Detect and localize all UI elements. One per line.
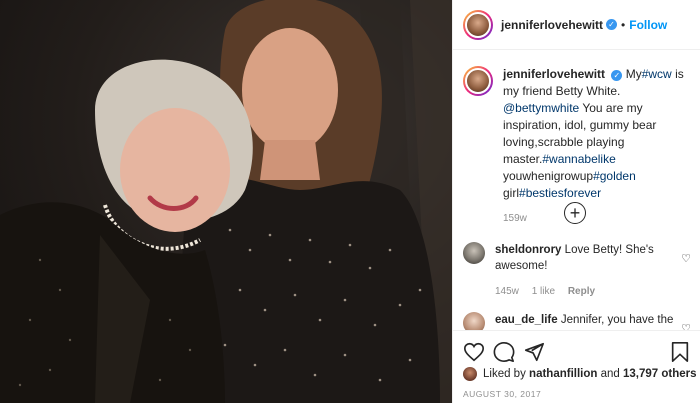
action-bar [463, 341, 691, 363]
author-avatar[interactable] [463, 9, 493, 40]
mention-link[interactable]: @bettymwhite [503, 101, 579, 115]
comment-meta: 145w 1 like Reply [495, 284, 675, 300]
comment-item: sheldonrory Love Betty! She's awesome! 1… [463, 242, 691, 300]
comment-item: eau_de_life Jennifer, you have the ♡ [463, 312, 691, 330]
comment-text: Jennifer, you have the [560, 314, 674, 326]
follow-button[interactable]: Follow [629, 18, 667, 32]
comment-like-heart-icon[interactable]: ♡ [681, 322, 691, 330]
caption-username[interactable]: jenniferlovehewitt [503, 67, 605, 81]
liked-by-and: and [600, 368, 620, 380]
liked-by-user[interactable]: nathanfillion [529, 368, 597, 380]
commenter-avatar[interactable] [463, 312, 485, 330]
comment-body: eau_de_life Jennifer, you have the [495, 312, 675, 330]
hashtag-link[interactable]: #wannabelike [542, 152, 615, 166]
comment-like-heart-icon[interactable]: ♡ [681, 252, 691, 265]
instagram-post: jenniferlovehewitt ✓ • Follow jenniferlo… [0, 0, 700, 403]
liked-by-prefix: Liked by [483, 368, 526, 380]
comment-reply-button[interactable]: Reply [568, 286, 595, 297]
post-header: jenniferlovehewitt ✓ • Follow [453, 0, 700, 50]
verified-badge-icon: ✓ [611, 70, 623, 81]
caption-body: jenniferlovehewitt ✓ My#wcw is my friend… [503, 66, 691, 227]
comment-body: sheldonrory Love Betty! She's awesome! 1… [495, 242, 675, 300]
commenter-avatar[interactable] [463, 242, 485, 264]
comment-like-count[interactable]: 1 like [532, 286, 555, 297]
caption-text: girl [503, 186, 520, 200]
comments-section[interactable]: jenniferlovehewitt ✓ My#wcw is my friend… [453, 60, 700, 330]
caption-text: My [625, 67, 642, 81]
hashtag-link[interactable]: #bestiesforever [519, 186, 601, 200]
liker-avatar[interactable] [463, 367, 477, 381]
post-side-panel: jenniferlovehewitt ✓ • Follow jenniferlo… [452, 0, 700, 403]
caption-avatar[interactable] [463, 66, 493, 96]
heart-icon[interactable] [463, 341, 485, 363]
hashtag-link[interactable]: #wcw [642, 67, 672, 81]
plus-circle-icon[interactable]: + [564, 202, 586, 224]
liked-by-others[interactable]: 13,797 others [623, 368, 697, 380]
paper-plane-icon[interactable] [523, 341, 545, 363]
post-date[interactable]: AUGUST 30, 2017 [463, 389, 541, 399]
post-actions: Liked by nathanfillion and 13,797 others… [453, 330, 700, 403]
caption-text: youwhenigrowup [503, 169, 594, 183]
post-photo[interactable] [0, 0, 452, 403]
author-username[interactable]: jenniferlovehewitt [501, 18, 603, 32]
comment-age[interactable]: 145w [495, 286, 519, 297]
likes-summary: Liked by nathanfillion and 13,797 others [463, 367, 697, 381]
commenter-username[interactable]: sheldonrory [495, 244, 561, 256]
header-separator: • [621, 17, 626, 32]
comment-bubble-icon[interactable] [493, 341, 515, 363]
commenter-username[interactable]: eau_de_life [495, 314, 558, 326]
hashtag-link[interactable]: #golden [593, 169, 636, 183]
caption-timestamp[interactable]: 159w [503, 210, 691, 227]
verified-badge-icon: ✓ [606, 19, 618, 30]
bookmark-icon[interactable] [669, 341, 691, 363]
photo-illustration [0, 0, 452, 403]
